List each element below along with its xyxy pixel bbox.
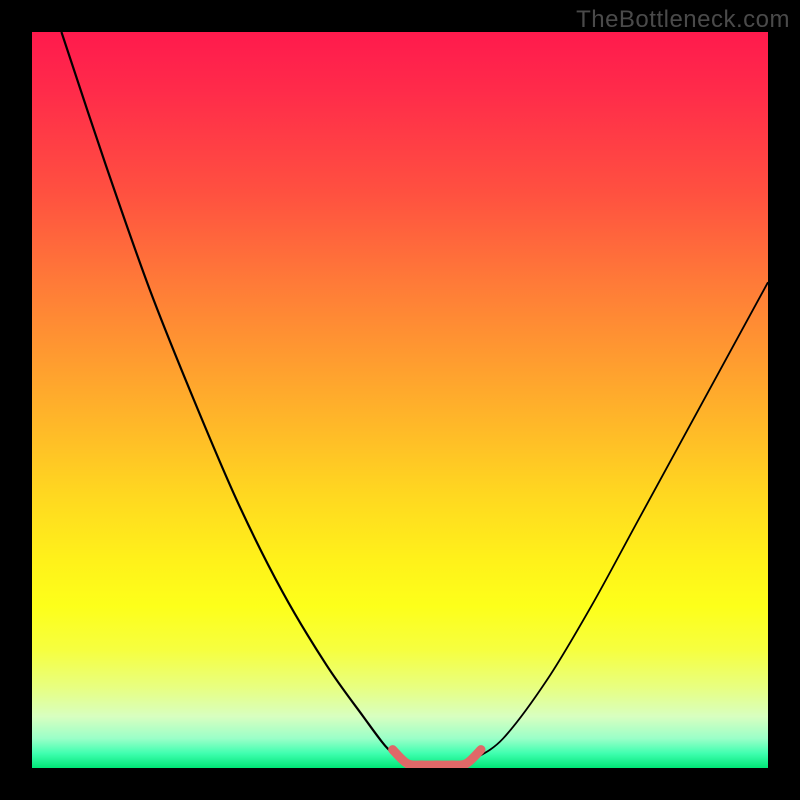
curve-layer	[32, 32, 768, 768]
series-right-curve	[474, 282, 768, 759]
series-left-curve	[61, 32, 400, 759]
chart-frame: TheBottleneck.com	[0, 0, 800, 800]
watermark-text: TheBottleneck.com	[576, 6, 790, 34]
series-bottom-highlight	[393, 750, 481, 766]
plot-area	[32, 32, 768, 768]
